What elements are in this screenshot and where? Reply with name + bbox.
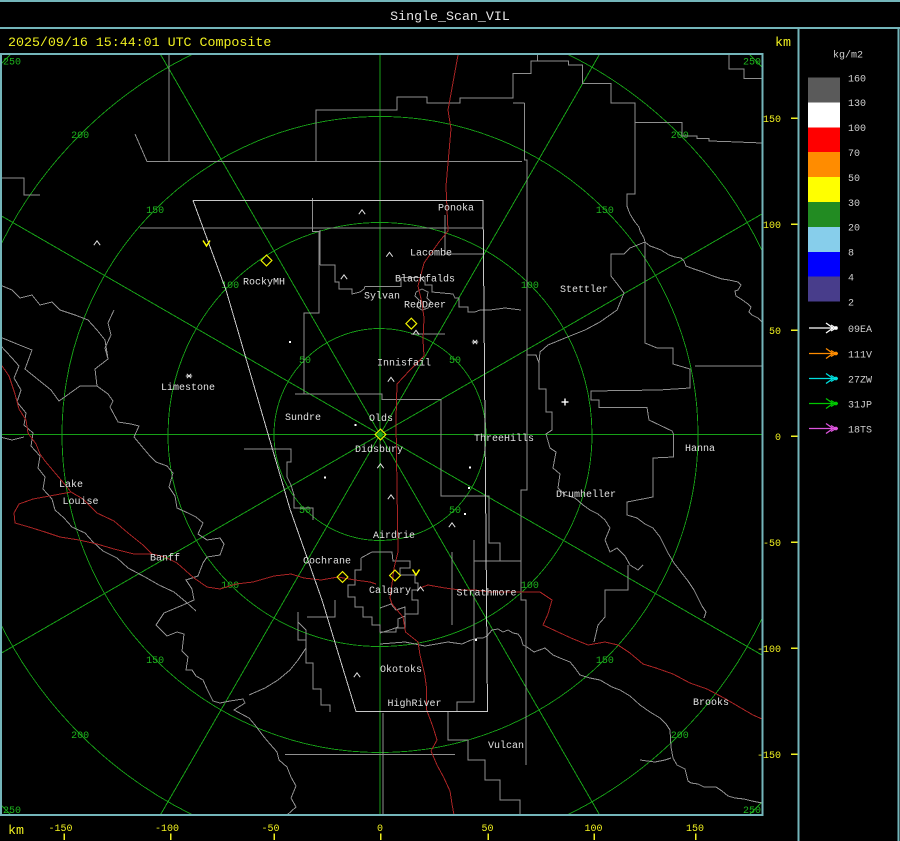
svg-text:0: 0	[775, 433, 781, 444]
svg-text:2: 2	[848, 298, 854, 309]
svg-text:30: 30	[848, 199, 860, 210]
svg-text:-100: -100	[155, 824, 179, 835]
svg-text:Okotoks: Okotoks	[380, 664, 422, 676]
svg-text:50: 50	[299, 356, 311, 367]
svg-text:50: 50	[449, 356, 461, 367]
svg-text:Louise: Louise	[63, 496, 99, 508]
svg-text:Ponoka: Ponoka	[438, 203, 474, 215]
svg-text:18TS: 18TS	[848, 425, 872, 436]
svg-text:Sundre: Sundre	[285, 412, 321, 424]
svg-text:100: 100	[221, 581, 239, 592]
svg-text:150: 150	[686, 824, 704, 835]
svg-text:-150: -150	[757, 751, 781, 762]
svg-text:09EA: 09EA	[848, 325, 872, 336]
svg-text:Lacombe: Lacombe	[410, 248, 452, 260]
svg-text:km: km	[775, 35, 791, 50]
svg-text:RockyMH: RockyMH	[243, 277, 285, 289]
svg-text:Brooks: Brooks	[693, 697, 729, 709]
svg-text:150: 150	[146, 656, 164, 667]
svg-text:-50: -50	[763, 539, 781, 550]
svg-text:150: 150	[146, 206, 164, 217]
svg-text:250: 250	[743, 58, 761, 69]
svg-text:27ZW: 27ZW	[848, 375, 872, 386]
svg-text:Sylvan: Sylvan	[364, 291, 400, 303]
svg-text:Calgary: Calgary	[369, 585, 411, 597]
svg-text:Drumheller: Drumheller	[556, 489, 616, 501]
svg-text:100: 100	[521, 281, 539, 292]
svg-text:50: 50	[481, 824, 493, 835]
svg-text:Single_Scan_VIL: Single_Scan_VIL	[390, 9, 510, 24]
svg-text:Airdrie: Airdrie	[373, 530, 415, 542]
svg-text:HighRiver: HighRiver	[388, 698, 442, 710]
svg-text:150: 150	[596, 206, 614, 217]
svg-text:160: 160	[848, 74, 866, 85]
svg-text:Cochrane: Cochrane	[303, 556, 351, 568]
svg-text:8: 8	[848, 249, 854, 260]
svg-text:RedDeer: RedDeer	[404, 300, 446, 312]
svg-text:Vulcan: Vulcan	[488, 740, 524, 752]
svg-text:Banff: Banff	[150, 553, 180, 565]
svg-text:4: 4	[848, 274, 854, 285]
svg-text:Didsbury: Didsbury	[355, 444, 403, 456]
svg-text:Hanna: Hanna	[685, 444, 715, 455]
svg-text:ThreeHills: ThreeHills	[474, 433, 534, 445]
svg-text:Strathmore: Strathmore	[457, 588, 517, 600]
svg-text:0: 0	[377, 824, 383, 835]
svg-text:200: 200	[71, 131, 89, 142]
svg-text:130: 130	[848, 99, 866, 110]
svg-text:150: 150	[763, 115, 781, 126]
svg-text:Olds: Olds	[369, 413, 393, 425]
svg-text:100: 100	[521, 581, 539, 592]
svg-text:100: 100	[763, 221, 781, 232]
svg-text:200: 200	[671, 131, 689, 142]
svg-text:Stettler: Stettler	[560, 284, 608, 296]
svg-text:Lake: Lake	[59, 479, 83, 491]
svg-text:100: 100	[584, 824, 602, 835]
svg-text:200: 200	[71, 731, 89, 742]
svg-text:70: 70	[848, 149, 860, 160]
svg-text:100: 100	[848, 124, 866, 135]
svg-text:kg/m2: kg/m2	[833, 50, 863, 62]
svg-text:Innisfail: Innisfail	[377, 358, 431, 370]
svg-text:km: km	[8, 823, 24, 838]
svg-text:200: 200	[671, 731, 689, 742]
svg-text:Blackfalds: Blackfalds	[395, 274, 455, 286]
svg-text:20: 20	[848, 224, 860, 235]
svg-text:150: 150	[596, 656, 614, 667]
svg-text:31JP: 31JP	[848, 400, 872, 411]
svg-text:-150: -150	[48, 824, 72, 835]
svg-text:-50: -50	[261, 824, 279, 835]
svg-text:50: 50	[449, 506, 461, 517]
svg-text:50: 50	[769, 327, 781, 338]
svg-text:111V: 111V	[848, 350, 872, 361]
svg-text:250: 250	[3, 58, 21, 69]
svg-text:Limestone: Limestone	[161, 382, 215, 394]
svg-text:-100: -100	[757, 645, 781, 656]
svg-text:2025/09/16 15:44:01 UTC Compos: 2025/09/16 15:44:01 UTC Composite	[8, 35, 271, 50]
svg-text:50: 50	[848, 174, 860, 185]
